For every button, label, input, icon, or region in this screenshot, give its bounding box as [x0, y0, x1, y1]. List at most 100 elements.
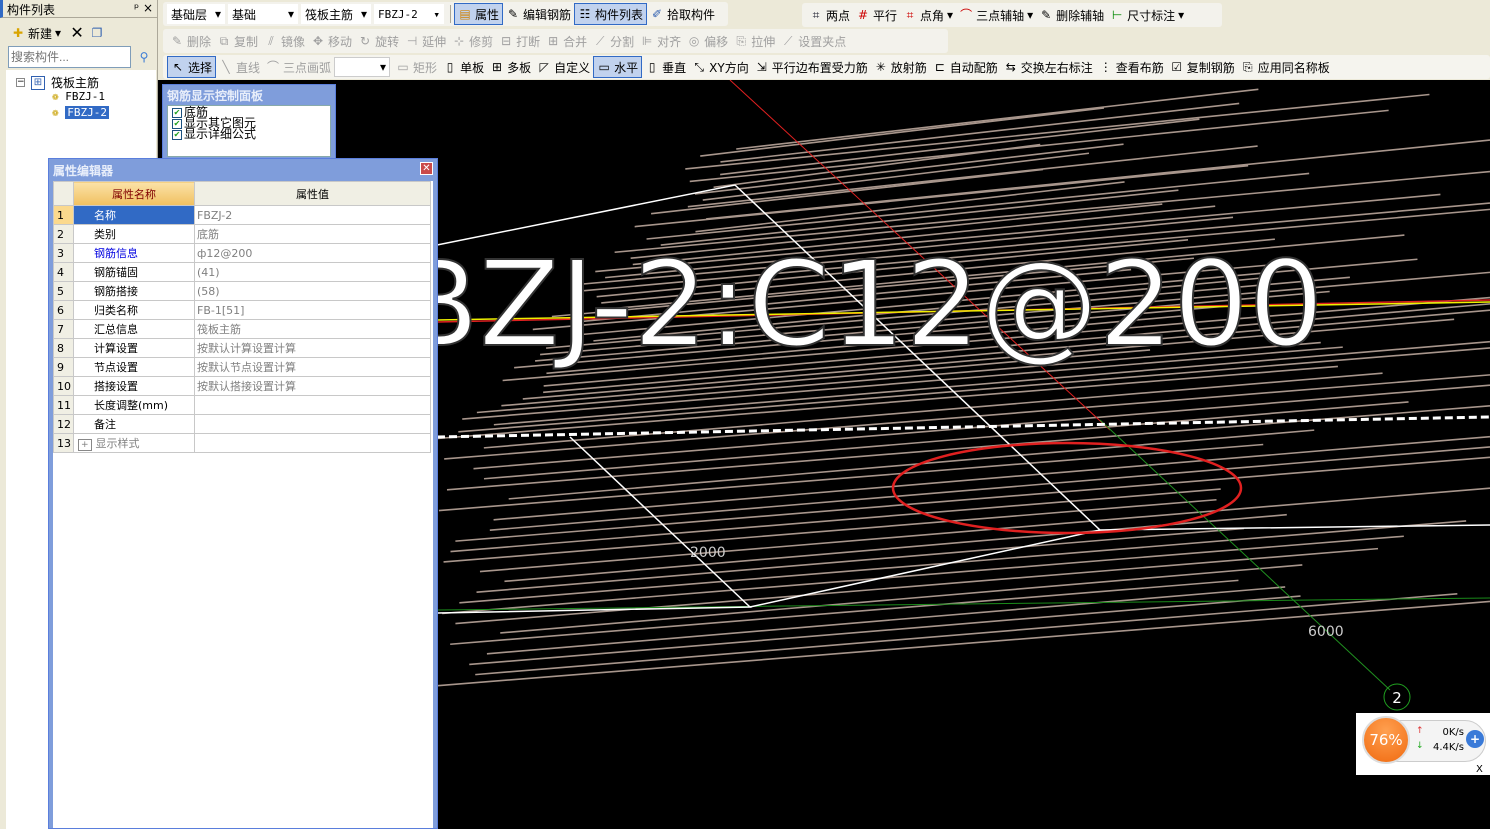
toolbar-button-5[interactable]: ⊞ 多板 [487, 56, 534, 78]
option-2[interactable]: ✔ 显示详细公式 [172, 128, 326, 140]
tree-item-selected[interactable]: ❁ FBZJ-2 [52, 106, 109, 119]
property-name[interactable]: 钢筋信息 [73, 243, 195, 263]
toolbar-button-13[interactable]: ⇆ 交换左右标注 [1001, 56, 1096, 78]
edit-rebar-button[interactable]: ✎ 编辑钢筋 [503, 3, 574, 25]
property-name[interactable]: 名称 [73, 205, 195, 225]
toolbar-button-13[interactable]: ⟋ 设置夹点 [778, 30, 849, 52]
property-name[interactable]: 钢筋锚固 [73, 262, 195, 282]
toolbar-button-14[interactable]: ⋮ 查看布筋 [1096, 56, 1167, 78]
toolbar-button-8[interactable]: ▯ 垂直 [642, 56, 689, 78]
toolbar-button-0[interactable]: ↖ 选择 [167, 56, 217, 78]
property-value[interactable]: ф12@200 [194, 243, 431, 263]
checkbox[interactable]: ✔ [172, 118, 182, 129]
property-name[interactable]: 汇总信息 [73, 319, 195, 339]
toolbar-button-3[interactable]: ✥ 移动 [308, 30, 355, 52]
collapse-icon[interactable]: − [16, 78, 25, 87]
toolbar-button-12[interactable]: ⊏ 自动配筋 [930, 56, 1001, 78]
parallel-axis-button[interactable]: # 平行 [853, 4, 900, 26]
delete-axis-button[interactable]: ✎ 删除辅轴 [1036, 4, 1107, 26]
expand-icon[interactable]: + [78, 439, 92, 451]
table-row[interactable]: 1 名称 FBZJ-2 [53, 205, 431, 225]
rebar-label[interactable]: BZJ-2:C12@200 [397, 234, 1325, 374]
toolbar-button-3[interactable]: ▭ 矩形 [393, 56, 440, 78]
tree-root[interactable]: − ⊞ 筏板主筋 [16, 74, 99, 91]
property-name[interactable]: 备注 [73, 414, 195, 434]
property-value[interactable]: 按默认节点设置计算 [194, 357, 431, 377]
point-angle-button[interactable]: ⌗ 点角 ▾ [900, 4, 956, 26]
memory-percent[interactable]: 76% [1362, 716, 1410, 764]
checkbox[interactable]: ✔ [172, 107, 182, 118]
tree-item[interactable]: ❁ FBZJ-1 [52, 90, 105, 103]
add-icon[interactable]: + [1466, 730, 1484, 748]
toolbar-button-6[interactable]: ⊹ 修剪 [449, 30, 496, 52]
property-name[interactable]: 钢筋搭接 [73, 281, 195, 301]
close-button[interactable]: ✕ [420, 162, 433, 175]
table-row[interactable]: 8 计算设置 按默认计算设置计算 [53, 338, 431, 358]
table-row[interactable]: 5 钢筋搭接 (58) [53, 281, 431, 301]
search-input[interactable] [8, 46, 131, 68]
toolbar-button-15[interactable]: ☑ 复制钢筋 [1167, 56, 1238, 78]
table-row[interactable]: 3 钢筋信息 ф12@200 [53, 243, 431, 263]
toolbar-button-12[interactable]: ⎘ 拉伸 [731, 30, 778, 52]
table-row[interactable]: 6 归类名称 FB-1[51] [53, 300, 431, 320]
close-button[interactable]: × [143, 1, 153, 15]
pick-component-button[interactable]: ✐ 拾取构件 [647, 3, 718, 25]
close-button[interactable]: X [1476, 764, 1483, 775]
toolbar-button-10[interactable]: ⇲ 平行边布置受力筋 [752, 56, 871, 78]
table-row[interactable]: 2 类别 底筋 [53, 224, 431, 244]
two-point-axis-button[interactable]: ⌗ 两点 [806, 4, 853, 26]
property-value[interactable]: (41) [194, 262, 431, 282]
component-select[interactable]: FBZJ-2 ▾ [374, 4, 444, 24]
type-select[interactable]: 筏板主筋 ▾ [301, 4, 371, 24]
toolbar-button-8[interactable]: ⊞ 合并 [543, 30, 590, 52]
properties-button[interactable]: ▤ 属性 [454, 3, 504, 25]
property-value[interactable]: 按默认搭接设置计算 [194, 376, 431, 396]
property-value[interactable]: (58) [194, 281, 431, 301]
property-value[interactable]: 按默认计算设置计算 [194, 338, 431, 358]
property-value[interactable]: FB-1[51] [194, 300, 431, 320]
property-value[interactable] [194, 433, 431, 453]
toolbar-button-16[interactable]: ⎘ 应用同名称板 [1238, 56, 1333, 78]
category-select[interactable]: 基础 ▾ [228, 4, 298, 24]
property-value[interactable]: 底筋 [194, 224, 431, 244]
search-icon[interactable]: ⚲ [137, 50, 151, 64]
property-value[interactable] [194, 395, 431, 415]
arc-mode-select[interactable]: ▾ [334, 57, 391, 77]
toolbar-button-2[interactable]: ⌒ 三点画弧 [263, 56, 334, 78]
property-name[interactable]: 节点设置 [73, 357, 195, 377]
toolbar-button-11[interactable]: ◎ 偏移 [684, 30, 731, 52]
table-row[interactable]: 12 备注 [53, 414, 431, 434]
dimension-button[interactable]: ⊢ 尺寸标注 ▾ [1107, 4, 1187, 26]
property-name[interactable]: + 显示样式 [73, 433, 195, 453]
property-name[interactable]: 类别 [73, 224, 195, 244]
property-name[interactable]: 归类名称 [73, 300, 195, 320]
network-speed-widget[interactable]: 76% ↑ ↓ 0K/s 4.4K/s + X [1356, 713, 1490, 775]
copy-icon[interactable]: ❐ [90, 26, 104, 40]
toolbar-button-7[interactable]: ▭ 水平 [593, 56, 643, 78]
component-list-button[interactable]: ☷ 构件列表 [574, 3, 648, 25]
toolbar-button-10[interactable]: ⊫ 对齐 [637, 30, 684, 52]
property-name[interactable]: 搭接设置 [73, 376, 195, 396]
three-point-axis-button[interactable]: ⌒ 三点辅轴 ▾ [956, 4, 1036, 26]
table-row[interactable]: 11 长度调整(mm) [53, 395, 431, 415]
toolbar-button-2[interactable]: ⫽ 镜像 [261, 30, 308, 52]
property-value[interactable]: 筏板主筋 [194, 319, 431, 339]
pin-button[interactable]: ᵖ [134, 1, 139, 15]
property-name[interactable]: 计算设置 [73, 338, 195, 358]
property-name[interactable]: 长度调整(mm) [73, 395, 195, 415]
table-row[interactable]: 9 节点设置 按默认节点设置计算 [53, 357, 431, 377]
toolbar-button-9[interactable]: ⤡ XY方向 [689, 56, 752, 78]
toolbar-button-11[interactable]: ✳ 放射筋 [871, 56, 930, 78]
toolbar-button-7[interactable]: ⊟ 打断 [496, 30, 543, 52]
table-row[interactable]: 7 汇总信息 筏板主筋 [53, 319, 431, 339]
toolbar-button-1[interactable]: ╲ 直线 [216, 56, 263, 78]
toolbar-button-9[interactable]: ⟋ 分割 [590, 30, 637, 52]
checkbox[interactable]: ✔ [172, 129, 182, 140]
table-row[interactable]: 4 钢筋锚固 (41) [53, 262, 431, 282]
delete-icon[interactable]: ✕ [70, 25, 84, 41]
property-value[interactable]: FBZJ-2 [194, 205, 431, 225]
table-row[interactable]: 13 + 显示样式 [53, 433, 431, 453]
toolbar-button-6[interactable]: ◸ 自定义 [534, 56, 593, 78]
new-button[interactable]: ✚ 新建 ▾ [8, 22, 64, 44]
table-row[interactable]: 10 搭接设置 按默认搭接设置计算 [53, 376, 431, 396]
